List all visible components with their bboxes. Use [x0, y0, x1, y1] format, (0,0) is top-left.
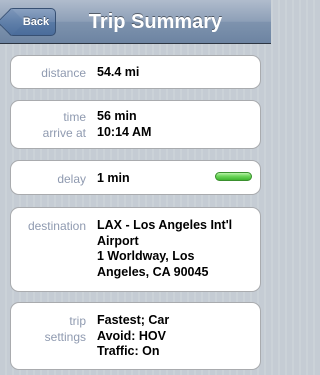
distance-label: distance: [41, 66, 86, 80]
destination-line: LAX - Los Angeles Int'l: [97, 218, 233, 232]
time-cell: time 56 min arrive at 10:14 AM: [10, 100, 261, 149]
delay-indicator-bar: [215, 172, 252, 181]
delay-value: 1 min: [97, 171, 130, 185]
delay-label: delay: [57, 172, 86, 186]
destination-line: Airport: [97, 233, 139, 248]
navigation-bar: Back Trip Summary: [0, 0, 271, 44]
trip-settings-cell: trip settings Fastest; Car Avoid: HOV Tr…: [10, 302, 261, 370]
destination-cell: destination LAX - Los Angeles Int'l Airp…: [10, 207, 261, 292]
trip-settings-values: Fastest; Car Avoid: HOV Traffic: On: [97, 313, 169, 360]
time-label: time: [63, 110, 86, 124]
destination-address: LAX - Los Angeles Int'l Airport 1 Worldw…: [97, 218, 257, 280]
trip-settings-label-line: trip: [69, 314, 86, 328]
destination-line: Angeles, CA 90045: [97, 264, 209, 279]
trip-setting-line: Fastest; Car: [97, 313, 170, 327]
time-value: 56 min: [97, 109, 137, 123]
trip-settings-label-line: settings: [44, 329, 86, 344]
destination-label: destination: [27, 219, 86, 233]
destination-line: 1 Worldway, Los: [97, 249, 195, 263]
distance-value: 54.4 mi: [97, 65, 140, 79]
delay-cell: delay 1 min: [10, 160, 261, 195]
page-title: Trip Summary: [88, 11, 223, 33]
distance-cell: distance 54.4 mi: [10, 55, 261, 89]
trip-setting-line: Avoid: HOV: [97, 328, 166, 343]
trip-setting-line: Traffic: On: [97, 344, 160, 358]
arrive-at-value: 10:14 AM: [97, 125, 152, 139]
trip-settings-label: trip settings: [45, 314, 86, 345]
arrive-at-label: arrive at: [42, 126, 86, 140]
